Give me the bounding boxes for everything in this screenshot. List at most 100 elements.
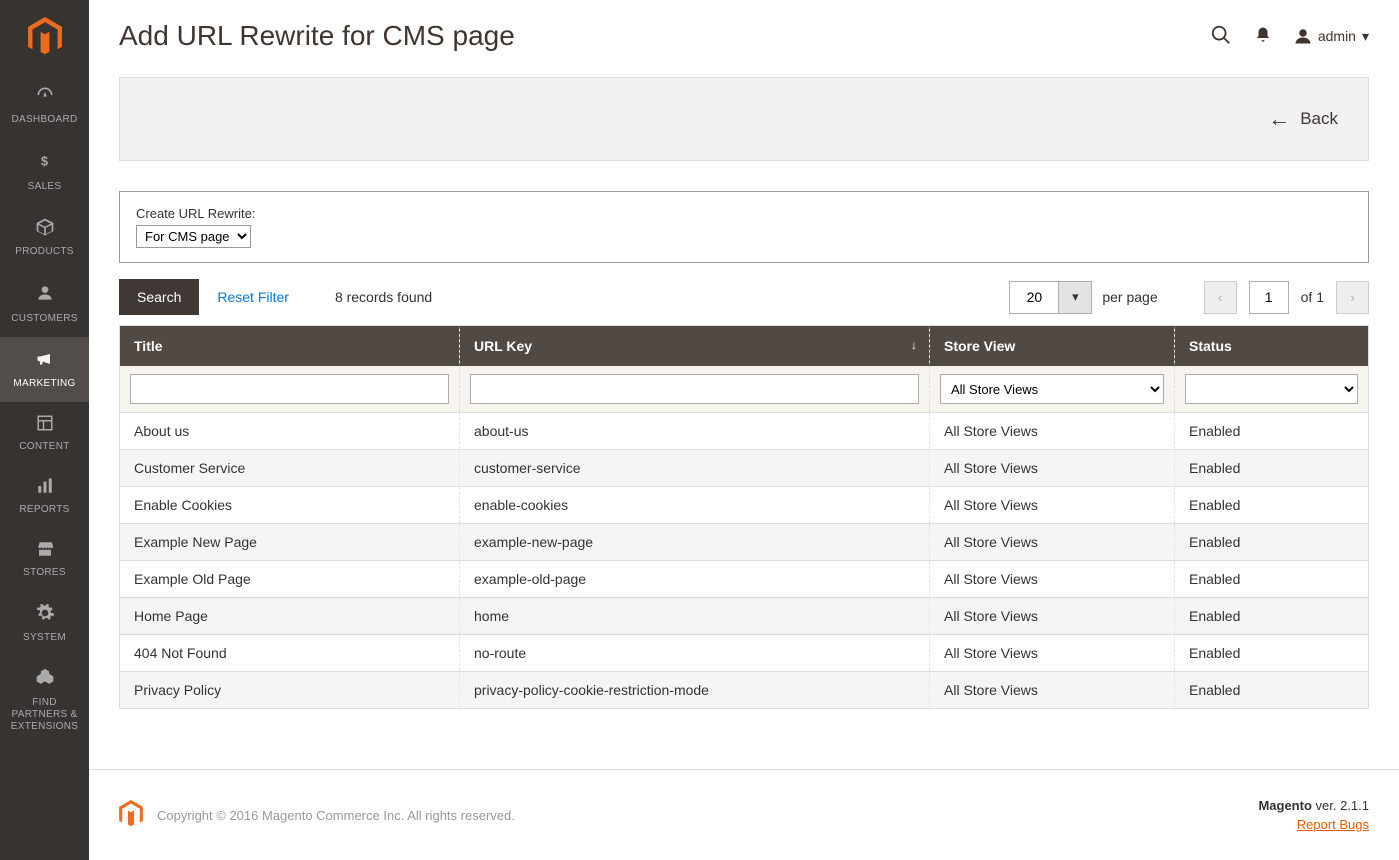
- nav-label: FIND PARTNERS & EXTENSIONS: [4, 697, 85, 733]
- filter-status-select[interactable]: [1185, 374, 1358, 404]
- page-header: Add URL Rewrite for CMS page admin ▾: [89, 0, 1399, 77]
- filter-title-input[interactable]: [130, 374, 449, 404]
- create-rewrite-select[interactable]: For CMS page: [136, 225, 251, 248]
- nav-label: PRODUCTS: [15, 246, 74, 258]
- back-label: Back: [1300, 109, 1338, 129]
- nav-label: DASHBOARD: [11, 114, 77, 126]
- cell-storeview: All Store Views: [930, 635, 1175, 672]
- create-rewrite-label: Create URL Rewrite:: [136, 206, 1352, 221]
- cell-status: Enabled: [1175, 598, 1369, 635]
- cell-status: Enabled: [1175, 672, 1369, 709]
- magento-logo-icon: [28, 17, 62, 57]
- dollar-icon: $: [38, 150, 52, 175]
- nav-item-reports[interactable]: REPORTS: [0, 465, 89, 528]
- cell-storeview: All Store Views: [930, 561, 1175, 598]
- nav-item-find-partners-extensions[interactable]: FIND PARTNERS & EXTENSIONS: [0, 656, 89, 745]
- filter-storeview-select[interactable]: All Store Views: [940, 374, 1164, 404]
- megaphone-icon: [33, 349, 57, 372]
- search-button[interactable]: Search: [119, 279, 199, 315]
- sort-arrow-icon: ↓: [911, 338, 917, 352]
- user-icon: [1294, 27, 1312, 45]
- col-status-header[interactable]: Status: [1175, 326, 1369, 367]
- page-title: Add URL Rewrite for CMS page: [119, 20, 1210, 52]
- table-row[interactable]: 404 Not Foundno-routeAll Store ViewsEnab…: [120, 635, 1369, 672]
- magento-logo[interactable]: [0, 0, 89, 73]
- cell-status: Enabled: [1175, 450, 1369, 487]
- footer-version: ver. 2.1.1: [1312, 798, 1369, 813]
- cell-urlkey: about-us: [460, 413, 930, 450]
- col-storeview-header[interactable]: Store View: [930, 326, 1175, 367]
- copyright-text: Copyright © 2016 Magento Commerce Inc. A…: [157, 808, 515, 823]
- per-page-dropdown[interactable]: ▾: [1059, 281, 1092, 314]
- cell-title: Privacy Policy: [120, 672, 460, 709]
- caret-down-icon: ▾: [1362, 28, 1369, 45]
- nav-label: STORES: [23, 567, 66, 579]
- nav-item-stores[interactable]: STORES: [0, 528, 89, 591]
- caret-down-icon: ▾: [1072, 289, 1079, 305]
- back-button[interactable]: ← Back: [1268, 106, 1338, 132]
- cell-status: Enabled: [1175, 635, 1369, 672]
- gear-icon: [35, 603, 55, 626]
- cell-storeview: All Store Views: [930, 450, 1175, 487]
- nav-item-system[interactable]: SYSTEM: [0, 591, 89, 656]
- cell-title: Example New Page: [120, 524, 460, 561]
- cell-title: Enable Cookies: [120, 487, 460, 524]
- pager-total-label: of 1: [1301, 289, 1324, 305]
- table-row[interactable]: About usabout-usAll Store ViewsEnabled: [120, 413, 1369, 450]
- table-row[interactable]: Home PagehomeAll Store ViewsEnabled: [120, 598, 1369, 635]
- per-page-control: ▾ per page: [1009, 281, 1157, 314]
- sidebar: DASHBOARD $ SALES PRODUCTS CUSTOMERSMARKETIN…: [0, 0, 89, 860]
- bars-icon: [35, 477, 55, 498]
- nav-label: REPORTS: [19, 504, 69, 516]
- col-title-header[interactable]: Title: [120, 326, 460, 367]
- cell-status: Enabled: [1175, 561, 1369, 598]
- nav-item-sales[interactable]: $ SALES: [0, 138, 89, 205]
- per-page-label: per page: [1102, 289, 1157, 305]
- nav-item-content[interactable]: CONTENT: [0, 402, 89, 465]
- footer: Copyright © 2016 Magento Commerce Inc. A…: [89, 769, 1399, 860]
- cell-urlkey: customer-service: [460, 450, 930, 487]
- footer-logo-icon: [119, 800, 143, 831]
- table-row[interactable]: Privacy Policyprivacy-policy-cookie-rest…: [120, 672, 1369, 709]
- user-menu[interactable]: admin ▾: [1294, 27, 1369, 45]
- cell-storeview: All Store Views: [930, 487, 1175, 524]
- nav-item-customers[interactable]: CUSTOMERS: [0, 270, 89, 337]
- nav-item-marketing[interactable]: MARKETING: [0, 337, 89, 402]
- cell-urlkey: enable-cookies: [460, 487, 930, 524]
- pager-current-input[interactable]: [1249, 281, 1289, 314]
- filter-row: All Store Views: [120, 366, 1369, 413]
- records-found-label: 8 records found: [335, 289, 432, 305]
- nav-label: SYSTEM: [23, 632, 66, 644]
- nav-item-products[interactable]: PRODUCTS: [0, 205, 89, 270]
- table-row[interactable]: Example New Pageexample-new-pageAll Stor…: [120, 524, 1369, 561]
- cell-urlkey: example-new-page: [460, 524, 930, 561]
- table-row[interactable]: Example Old Pageexample-old-pageAll Stor…: [120, 561, 1369, 598]
- search-icon[interactable]: [1210, 24, 1232, 49]
- cell-storeview: All Store Views: [930, 598, 1175, 635]
- chevron-right-icon: ›: [1350, 290, 1354, 305]
- filter-urlkey-input[interactable]: [470, 374, 919, 404]
- box-icon: [34, 217, 56, 240]
- col-urlkey-header[interactable]: URL Key↓: [460, 326, 930, 367]
- table-row[interactable]: Enable Cookiesenable-cookiesAll Store Vi…: [120, 487, 1369, 524]
- report-bugs-link[interactable]: Report Bugs: [1258, 817, 1369, 832]
- notifications-icon[interactable]: [1254, 26, 1272, 47]
- create-rewrite-box: Create URL Rewrite: For CMS page: [119, 191, 1369, 263]
- pager-prev-button[interactable]: ‹: [1204, 281, 1237, 314]
- cell-title: 404 Not Found: [120, 635, 460, 672]
- per-page-input[interactable]: [1009, 281, 1059, 314]
- cell-title: Example Old Page: [120, 561, 460, 598]
- cell-urlkey: example-old-page: [460, 561, 930, 598]
- pager-next-button[interactable]: ›: [1336, 281, 1369, 314]
- chevron-left-icon: ‹: [1218, 290, 1222, 305]
- footer-product: Magento: [1258, 798, 1311, 813]
- svg-text:$: $: [40, 154, 47, 169]
- cell-urlkey: privacy-policy-cookie-restriction-mode: [460, 672, 930, 709]
- table-row[interactable]: Customer Servicecustomer-serviceAll Stor…: [120, 450, 1369, 487]
- nav-label: SALES: [28, 181, 62, 193]
- dashboard-icon: [33, 85, 57, 108]
- nav-item-dashboard[interactable]: DASHBOARD: [0, 73, 89, 138]
- cell-storeview: All Store Views: [930, 672, 1175, 709]
- storefront-icon: [34, 540, 56, 561]
- reset-filter-link[interactable]: Reset Filter: [217, 289, 289, 305]
